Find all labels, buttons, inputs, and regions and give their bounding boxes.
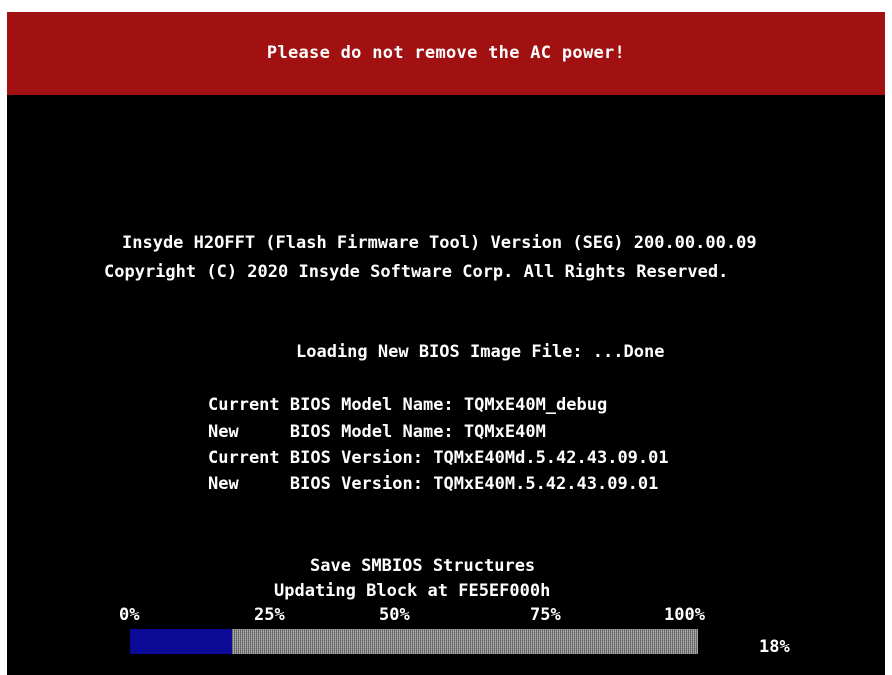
progress-bar	[130, 629, 698, 654]
row-label: BIOS Model Name:	[289, 422, 454, 442]
status-line-2: Updating Block at FE5EF000h	[274, 581, 551, 601]
bios-info-row: New BIOS Model Name: TQMxE40M	[208, 422, 546, 442]
row-prefix: New	[208, 422, 239, 442]
progress-tick-0: 0%	[119, 605, 140, 625]
progress-tick-25: 25%	[254, 605, 285, 625]
status-line-1: Save SMBIOS Structures	[310, 556, 536, 576]
flash-screen: Please do not remove the AC power! Insyd…	[7, 12, 885, 675]
row-label: BIOS Model Name:	[289, 395, 454, 415]
row-label: BIOS Version:	[289, 448, 423, 468]
warning-banner: Please do not remove the AC power!	[7, 12, 885, 95]
row-value: TQMxE40M_debug	[463, 395, 608, 415]
progress-tick-50: 50%	[379, 605, 410, 625]
bios-info-row: Current BIOS Version: TQMxE40Md.5.42.43.…	[208, 448, 669, 468]
row-prefix: New	[208, 474, 239, 494]
loading-status: Loading New BIOS Image File: ...Done	[296, 342, 665, 362]
warning-text: Please do not remove the AC power!	[266, 43, 626, 63]
row-value: TQMxE40M	[463, 422, 546, 442]
progress-tick-100: 100%	[664, 605, 705, 625]
row-label: BIOS Version:	[289, 474, 423, 494]
row-value: TQMxE40M.5.42.43.09.01	[433, 474, 659, 494]
row-prefix: Current	[208, 448, 280, 468]
bios-info-row: New BIOS Version: TQMxE40M.5.42.43.09.01	[208, 474, 658, 494]
copyright-text: Copyright (C) 2020 Insyde Software Corp.…	[104, 262, 729, 282]
tool-title: Insyde H2OFFT (Flash Firmware Tool) Vers…	[122, 233, 757, 253]
progress-tick-75: 75%	[530, 605, 561, 625]
bios-info-row: Current BIOS Model Name: TQMxE40M_debug	[208, 395, 607, 415]
progress-percent: 18%	[759, 637, 790, 657]
row-prefix: Current	[208, 395, 280, 415]
progress-fill	[130, 629, 233, 654]
row-value: TQMxE40Md.5.42.43.09.01	[433, 448, 669, 468]
